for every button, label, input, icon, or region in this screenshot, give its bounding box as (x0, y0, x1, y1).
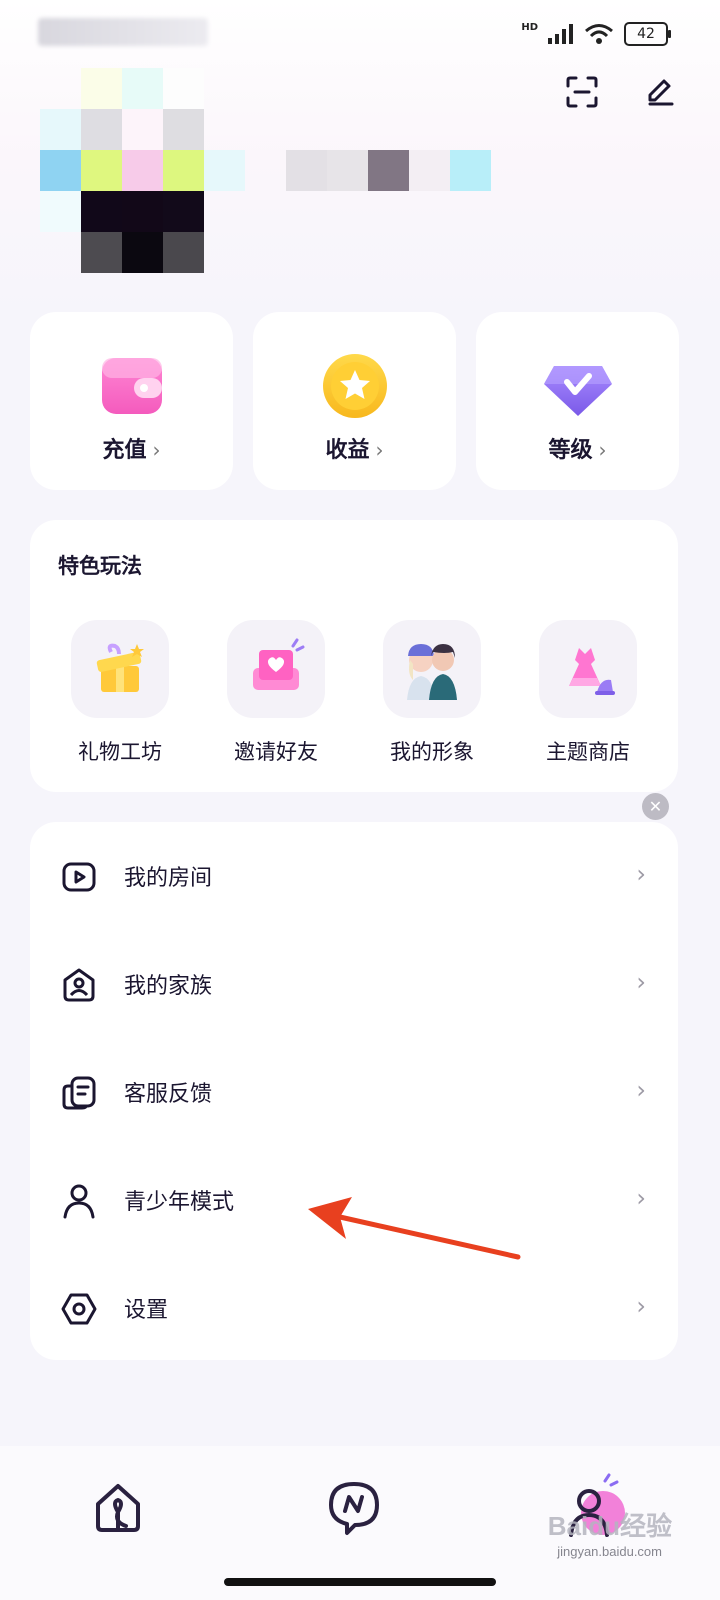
status-time-blurred (38, 18, 208, 46)
feature-theme-store[interactable]: 主题商店 (510, 620, 666, 770)
battery-indicator: 42 (624, 22, 671, 46)
menu-label: 设置 (124, 1298, 169, 1323)
status-icons: HD 42 (521, 22, 671, 46)
recharge-label: 充值 (102, 438, 147, 463)
scan-button[interactable] (562, 72, 602, 112)
annotation-arrow-icon (308, 1197, 521, 1260)
diamond-badge-icon (542, 350, 614, 422)
menu-card: 我的房间 › 我的家族 › 客服反馈 › 青少年模式 › 设置 › (30, 822, 678, 1360)
chevron-right-icon: › (152, 438, 161, 462)
star-coin-icon (319, 350, 391, 422)
edit-button[interactable] (640, 72, 680, 112)
chevron-right-icon: › (636, 1184, 646, 1212)
recharge-label-row: 充值 › (30, 432, 233, 464)
settings-icon (61, 1293, 97, 1325)
feature-label: 礼物工坊 (78, 740, 162, 764)
room-icon (62, 862, 96, 892)
watermark-brand: Baidu经验 (547, 1511, 672, 1541)
feature-label: 主题商店 (546, 740, 630, 764)
home-icon (96, 1484, 140, 1532)
level-label-row: 等级 › (476, 432, 679, 464)
pencil-icon (648, 79, 674, 106)
menu-label: 青少年模式 (124, 1190, 235, 1215)
features-card: 特色玩法 礼物工坊 邀请好友 我的形象 主题商店 (30, 520, 678, 792)
menu-item-my-family[interactable]: 我的家族 › (30, 930, 678, 1038)
chevron-right-icon: › (375, 438, 384, 462)
wifi-icon (585, 24, 613, 44)
chevron-right-icon: › (636, 968, 646, 996)
nav-messages[interactable] (314, 1468, 394, 1548)
feature-label: 我的形象 (390, 740, 474, 764)
header-actions (562, 72, 680, 112)
message-icon (329, 1482, 379, 1535)
menu-label: 我的家族 (124, 974, 213, 999)
feature-invite-friends[interactable]: 邀请好友 (198, 620, 354, 770)
menu-label: 客服反馈 (124, 1082, 213, 1107)
menu-label: 我的房间 (124, 866, 213, 891)
menu-item-settings[interactable]: 设置 › (30, 1254, 678, 1362)
person-icon (63, 1184, 95, 1219)
home-indicator[interactable] (224, 1578, 496, 1586)
scan-icon (566, 76, 598, 108)
feature-label: 邀请好友 (234, 740, 318, 764)
avatar-mosaic[interactable] (40, 68, 491, 273)
nav-home[interactable] (78, 1468, 158, 1548)
network-type-label: HD (521, 22, 538, 33)
earnings-label: 收益 (325, 438, 370, 463)
watermark-url: jingyan.baidu.com (557, 1544, 662, 1559)
features-title: 特色玩法 (58, 554, 142, 578)
close-button[interactable]: ✕ (642, 793, 669, 820)
family-icon (63, 968, 95, 1002)
recharge-card[interactable]: 充值 › (30, 312, 233, 490)
avatar-couple-icon (383, 620, 481, 718)
wallet-icon (96, 350, 168, 422)
dress-shop-icon (539, 620, 637, 718)
menu-item-my-room[interactable]: 我的房间 › (30, 822, 678, 930)
feature-gift-workshop[interactable]: 礼物工坊 (42, 620, 198, 770)
chevron-right-icon: › (636, 1076, 646, 1104)
close-icon: ✕ (648, 797, 663, 816)
chevron-right-icon: › (636, 860, 646, 888)
feature-my-avatar[interactable]: 我的形象 (354, 620, 510, 770)
chevron-right-icon: › (636, 1292, 646, 1320)
status-bar: HD 42 (0, 0, 720, 64)
earnings-label-row: 收益 › (253, 432, 456, 464)
gift-box-icon (71, 620, 169, 718)
menu-item-customer-feedback[interactable]: 客服反馈 › (30, 1038, 678, 1146)
level-label: 等级 (548, 438, 593, 463)
feedback-icon (62, 1076, 96, 1110)
signal-icon (548, 24, 573, 44)
invite-heart-icon (227, 620, 325, 718)
chevron-right-icon: › (598, 438, 607, 462)
level-card[interactable]: 等级 › (476, 312, 679, 490)
earnings-card[interactable]: 收益 › (253, 312, 456, 490)
